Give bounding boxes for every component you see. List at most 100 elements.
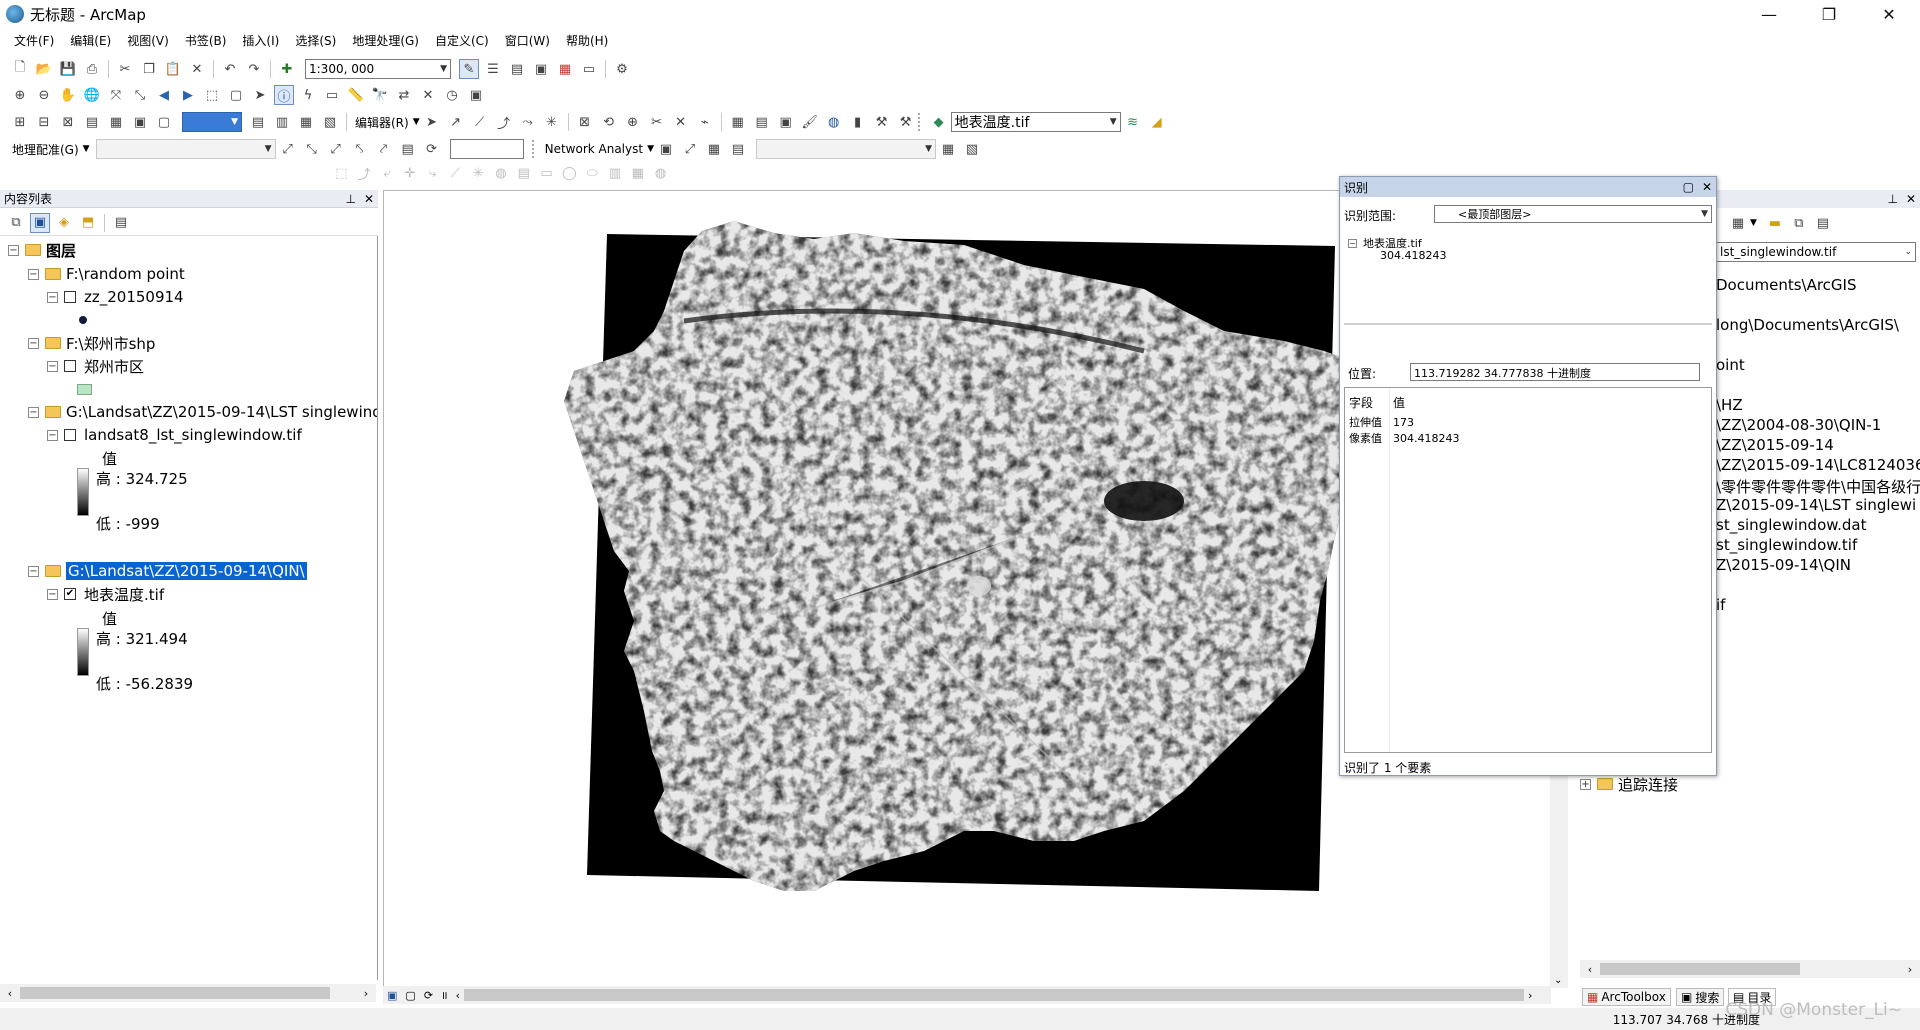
back-arrow-icon[interactable]: ◀: [154, 85, 174, 105]
tab-search[interactable]: ▣ 搜索: [1676, 988, 1725, 1006]
smooth-icon[interactable]: ◍: [492, 163, 511, 183]
globe-disabled-icon[interactable]: ◍: [651, 163, 670, 183]
catalog-horizontal-scrollbar[interactable]: ‹ ›: [1580, 960, 1920, 978]
search-window-icon[interactable]: ▣: [531, 59, 551, 79]
new-document-icon[interactable]: 🗋: [10, 59, 30, 79]
toc-root[interactable]: − 图层: [8, 240, 76, 260]
create-features-icon[interactable]: ▧: [320, 112, 340, 132]
menu-file[interactable]: 文件(F): [6, 30, 62, 52]
go-to-xy-icon[interactable]: ✕: [418, 85, 438, 105]
grid-disabled-icon[interactable]: ▦: [628, 163, 647, 183]
histogram-icon[interactable]: ▮: [848, 112, 868, 132]
redo-icon[interactable]: ↷: [244, 59, 264, 79]
scrollbar-thumb[interactable]: [20, 987, 330, 999]
menu-view[interactable]: 视图(V): [119, 30, 177, 52]
paste-icon[interactable]: 📋: [163, 59, 183, 79]
catalog-item[interactable]: Z\2015-09-14\LST singlewi: [1716, 496, 1916, 514]
hyperlink-icon[interactable]: ϟ: [298, 85, 318, 105]
catalog-item[interactable]: \ZZ\2015-09-14: [1716, 436, 1834, 454]
arctoolbox-icon[interactable]: ▦: [555, 59, 575, 79]
menu-windows[interactable]: 窗口(W): [497, 30, 558, 52]
network-build-icon[interactable]: ▦: [938, 139, 958, 159]
measure-icon[interactable]: 📏: [346, 85, 366, 105]
straight-segment-icon[interactable]: ⟋: [470, 112, 490, 132]
list-by-source-icon[interactable]: ▣: [30, 212, 50, 233]
scale-combo[interactable]: 1:300, 000 ▼: [305, 59, 451, 79]
delete-link-icon[interactable]: ⤣: [350, 139, 370, 159]
time-slider-icon[interactable]: ◷: [442, 85, 462, 105]
catalog-tree-icon[interactable]: ⧉: [1789, 213, 1809, 233]
catalog-options-icon[interactable]: ▤: [1813, 213, 1833, 233]
menu-insert[interactable]: 插入(I): [234, 30, 287, 52]
toc-options-icon[interactable]: ▤: [111, 213, 131, 233]
delete-icon[interactable]: ✕: [187, 59, 207, 79]
network-solve-icon[interactable]: ▦: [704, 139, 724, 159]
catalog-window-icon[interactable]: ▤: [507, 59, 527, 79]
toc-group[interactable]: − F:\郑州市shp: [28, 333, 155, 353]
swipe-icon[interactable]: ≋: [1123, 112, 1143, 132]
topology-icon[interactable]: ⊟: [34, 112, 54, 132]
catalog-close-icon[interactable]: ✕: [1906, 192, 1916, 206]
add-control-points-icon[interactable]: ⤢: [278, 139, 298, 159]
collapse-icon[interactable]: −: [28, 406, 39, 418]
zoom-to-link-icon[interactable]: ⤢: [326, 139, 346, 159]
close-button[interactable]: ✕: [1860, 0, 1918, 28]
sketch-properties-table-icon[interactable]: ▤: [752, 112, 772, 132]
editor-menu[interactable]: 编辑器(R): [351, 114, 413, 131]
split-tool-icon[interactable]: ⊠: [575, 112, 595, 132]
toc-group[interactable]: − F:\random point: [28, 264, 185, 284]
catalog-item[interactable]: Documents\ArcGIS: [1716, 276, 1857, 294]
collapse-icon[interactable]: −: [28, 268, 39, 280]
circle-icon[interactable]: ◯: [560, 163, 579, 183]
generalize-icon[interactable]: ✳: [469, 163, 488, 183]
table-row[interactable]: 像素值 304.418243: [1349, 430, 1459, 446]
python-window-icon[interactable]: ▭: [579, 59, 599, 79]
catalog-tracking-connections[interactable]: + 追踪连接: [1580, 774, 1678, 794]
select-elements-arrow-icon[interactable]: ➤: [250, 85, 270, 105]
cut-polygon-icon[interactable]: ✂: [647, 112, 667, 132]
layout-view-icon[interactable]: ▢: [401, 989, 419, 1002]
select-features-icon[interactable]: ⬚: [202, 85, 222, 105]
grid-icon[interactable]: ▦: [106, 112, 126, 132]
hammer-alt-icon[interactable]: ⚒: [896, 112, 916, 132]
hammer-icon[interactable]: ⚒: [872, 112, 892, 132]
raster-tool-icon[interactable]: ◍: [824, 112, 844, 132]
list-by-visibility-icon[interactable]: ◈: [54, 213, 74, 233]
sketch-properties-icon[interactable]: ▦: [296, 112, 316, 132]
catalog-item[interactable]: st_singlewindow.dat: [1716, 516, 1867, 534]
toc-layer[interactable]: − 郑州市区: [47, 356, 144, 376]
map-horizontal-scrollbar[interactable]: ▣ ▢ ⟳ ॥ ‹ ›: [383, 986, 1551, 1004]
trace-icon[interactable]: ⤳: [518, 112, 538, 132]
connect-folder-icon[interactable]: ▬: [1765, 213, 1785, 233]
full-extent-globe-icon[interactable]: 🌐: [82, 85, 102, 105]
network-options-icon[interactable]: ▧: [962, 139, 982, 159]
brush-icon[interactable]: 🖌: [800, 112, 820, 132]
scroll-left-icon[interactable]: ‹: [0, 987, 20, 1000]
snapping-icon[interactable]: ⊞: [10, 112, 30, 132]
menu-selection[interactable]: 选择(S): [287, 30, 344, 52]
image-analysis-icon[interactable]: ▣: [776, 112, 796, 132]
attributes-icon[interactable]: ▥: [272, 112, 292, 132]
identify-scope-combo[interactable]: <最顶部图层> ▼: [1434, 205, 1712, 223]
reshape-icon[interactable]: ✕: [671, 112, 691, 132]
print-icon[interactable]: ⎙: [82, 59, 102, 79]
edit-tool-icon[interactable]: ➤: [422, 112, 442, 132]
flicker-icon[interactable]: ◢: [1147, 112, 1167, 132]
pin-icon[interactable]: ⊥: [345, 192, 355, 206]
network-layer-combo[interactable]: ▼: [756, 139, 936, 159]
ellipse-icon[interactable]: ⬭: [583, 163, 602, 183]
html-popup-icon[interactable]: ▭: [322, 85, 342, 105]
layer-visibility-checkbox[interactable]: [64, 360, 76, 372]
refresh-icon[interactable]: ⟳: [420, 989, 437, 1002]
identify-splitter[interactable]: [1344, 323, 1712, 325]
edit-annotation-icon[interactable]: ↗: [446, 112, 466, 132]
scroll-right-icon[interactable]: ›: [1900, 963, 1920, 976]
tab-arctoolbox[interactable]: ▦ ArcToolbox: [1582, 988, 1671, 1006]
table-icon[interactable]: ▤: [248, 112, 268, 132]
add-data-icon[interactable]: ✚: [277, 59, 297, 79]
identify-icon[interactable]: ⓘ: [274, 85, 294, 105]
select-link-icon[interactable]: ⤡: [302, 139, 322, 159]
collapse-icon[interactable]: −: [28, 565, 39, 577]
find-route-icon[interactable]: ⇄: [394, 85, 414, 105]
copy-features-icon[interactable]: ⬚: [332, 163, 351, 183]
